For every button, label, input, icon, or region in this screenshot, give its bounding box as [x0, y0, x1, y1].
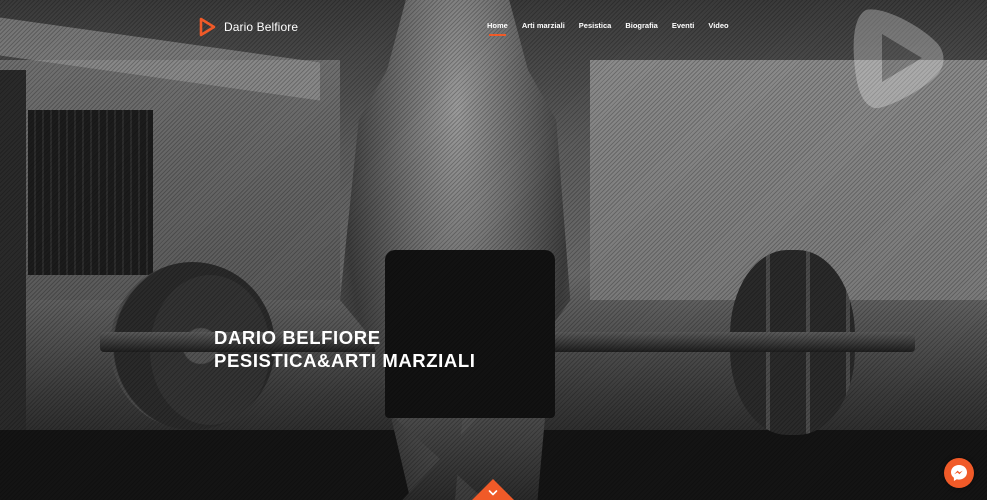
nav-item-biografia[interactable]: Biografia — [625, 21, 658, 30]
hero-title-line-2: PESISTICA&ARTI MARZIALI — [214, 350, 476, 371]
background-shutter — [28, 110, 153, 275]
hero-section: Dario Belfiore Home Arti marziali Pesist… — [0, 0, 987, 500]
nav-item-video[interactable]: Video — [708, 21, 728, 30]
background-door — [0, 70, 26, 470]
site-name: Dario Belfiore — [224, 20, 299, 34]
play-triangle-icon — [199, 17, 216, 37]
hero-title-line-1: DARIO BELFIORE — [214, 327, 381, 348]
site-logo[interactable]: Dario Belfiore — [198, 17, 298, 37]
scroll-down-button[interactable] — [471, 479, 515, 500]
main-nav: Home Arti marziali Pesistica Biografia E… — [487, 21, 729, 36]
messenger-button[interactable] — [944, 458, 974, 488]
nav-item-home[interactable]: Home — [487, 21, 508, 36]
hero-title: DARIO BELFIORE PESISTICA&ARTI MARZIALI — [214, 326, 476, 372]
nav-item-arti-marziali[interactable]: Arti marziali — [522, 21, 565, 30]
nav-item-eventi[interactable]: Eventi — [672, 21, 695, 30]
nav-item-pesistica[interactable]: Pesistica — [579, 21, 612, 30]
site-header: Dario Belfiore Home Arti marziali Pesist… — [0, 0, 987, 54]
messenger-icon — [951, 465, 967, 481]
